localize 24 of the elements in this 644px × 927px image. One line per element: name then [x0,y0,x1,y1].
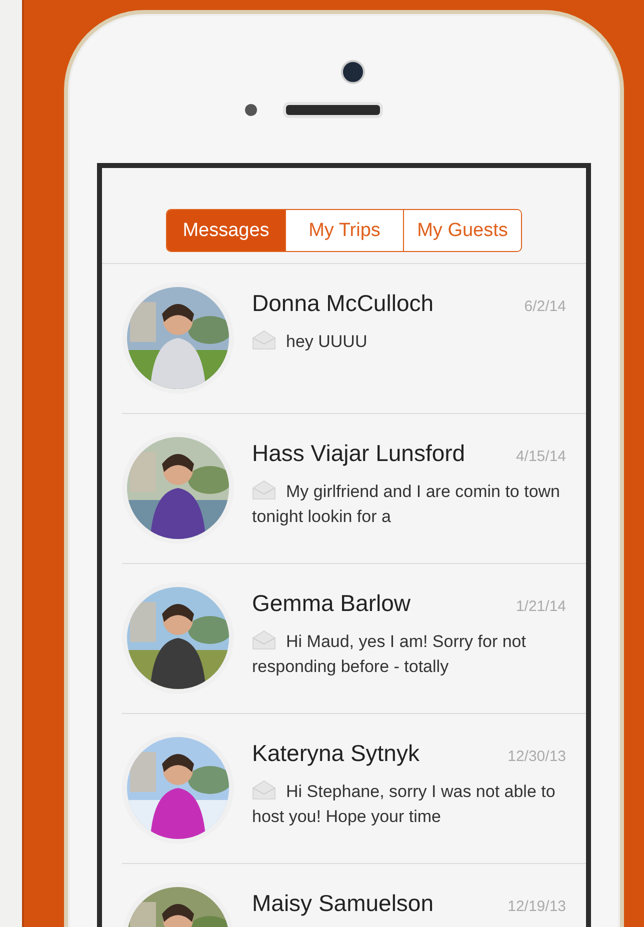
message-date: 12/30/13 [508,748,566,765]
contact-name: Gemma Barlow [252,590,410,617]
speaker-icon [283,102,383,118]
envelope-icon [252,780,276,800]
camera-icon [341,60,365,84]
message-preview: My girlfriend and I are comin to town tonight lookin for a [252,479,562,528]
message-preview: Hi Maud, yes I am! Sorry for not responding before - totally [252,629,527,678]
sensor-icon [245,104,257,116]
message-date: 6/2/14 [524,298,566,315]
contact-name: Kateryna Sytnyk [252,740,420,767]
contact-name: Maisy Samuelson [252,890,434,917]
message-preview: Hi Stephane, sorry I was not able to host you! Hope your time [252,779,556,828]
message-date: 4/15/14 [516,448,566,465]
envelope-icon [252,480,276,500]
tab[interactable]: Messages [167,210,285,251]
contact-name: Donna McCulloch [252,290,434,317]
message-date: 1/21/14 [516,598,566,615]
message-date: 12/19/13 [508,898,566,915]
tab[interactable]: My Trips [285,210,403,251]
envelope-icon [252,630,276,650]
envelope-icon [252,330,276,350]
contact-name: Hass Viajar Lunsford [252,440,466,467]
message-preview: hey UUUU [252,329,566,354]
tab[interactable]: My Guests [403,210,521,251]
